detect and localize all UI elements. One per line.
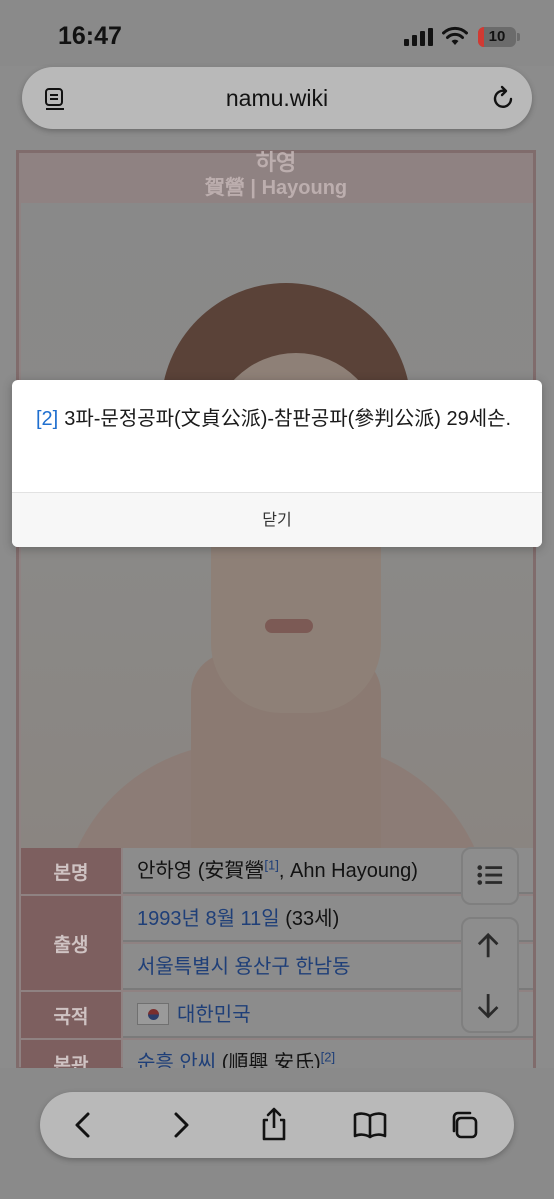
battery-level: 10 (488, 28, 506, 45)
address-bar[interactable]: namu.wiki (22, 67, 532, 129)
info-label: 국적 (21, 992, 121, 1038)
info-row-clan: 본관 순흥 안씨 (順興 安氏)[2] (21, 1040, 533, 1068)
battery-icon: 10 (478, 27, 516, 47)
reload-icon[interactable] (492, 85, 516, 111)
info-label: 본명 (21, 848, 121, 894)
forward-icon[interactable] (164, 1109, 196, 1141)
footnote-popup: [2] 3파-문정공파(文貞公派)-참판공파(參判公派) 29세손. 닫기 (12, 380, 542, 547)
birth-date-link[interactable]: 1993년 8월 11일 (137, 908, 280, 930)
scroll-buttons (461, 917, 519, 1033)
footnote-link[interactable]: [1] (264, 857, 278, 872)
info-row-nationality: 국적 대한민국 (21, 992, 533, 1038)
info-label: 본관 (21, 1040, 121, 1068)
info-label: 출생 (21, 896, 121, 990)
share-icon[interactable] (258, 1106, 290, 1142)
status-time: 16:47 (58, 22, 122, 50)
signal-icon (404, 28, 434, 46)
profile-infobox: 하영 賀營 | Hayoung 본명 안하영 (安賀營[1], Ahn Hayo… (16, 150, 536, 1068)
footnote-ref[interactable]: [2] (36, 408, 58, 430)
page-content: 하영 賀營 | Hayoung 본명 안하영 (安賀營[1], Ahn Hayo… (0, 150, 554, 1068)
info-row-birth: 출생 1993년 8월 11일 (33세) 서울특별시 용산구 한남동 (21, 896, 533, 990)
birth-place-link[interactable]: 서울특별시 용산구 한남동 (137, 956, 351, 978)
profile-caption: 賀營 | Hayoung (204, 177, 348, 199)
footnote-link[interactable]: [2] (321, 1049, 335, 1064)
wifi-icon (442, 26, 468, 45)
status-bar: 16:47 10 (0, 0, 554, 66)
url-text[interactable]: namu.wiki (22, 67, 532, 129)
nationality-link[interactable]: 대한민국 (177, 1004, 251, 1026)
toc-button[interactable] (461, 847, 519, 905)
scroll-down-icon[interactable] (463, 980, 517, 1036)
tabs-icon[interactable] (448, 1109, 480, 1141)
footnote-text: [2] 3파-문정공파(文貞公派)-참판공파(參判公派) 29세손. (36, 408, 512, 430)
info-row-real-name: 본명 안하영 (安賀營[1], Ahn Hayoung) (21, 848, 533, 894)
close-button[interactable]: 닫기 (12, 492, 542, 547)
korea-flag-icon (137, 1003, 169, 1025)
bookmarks-icon[interactable] (352, 1109, 388, 1141)
toc-icon (477, 865, 503, 885)
back-icon[interactable] (68, 1109, 100, 1141)
info-value: 순흥 안씨 (順興 安氏)[2] (123, 1040, 533, 1068)
scroll-up-icon[interactable] (463, 919, 517, 975)
clan-link[interactable]: 순흥 안씨 (137, 1052, 216, 1068)
browser-toolbar (40, 1092, 514, 1158)
